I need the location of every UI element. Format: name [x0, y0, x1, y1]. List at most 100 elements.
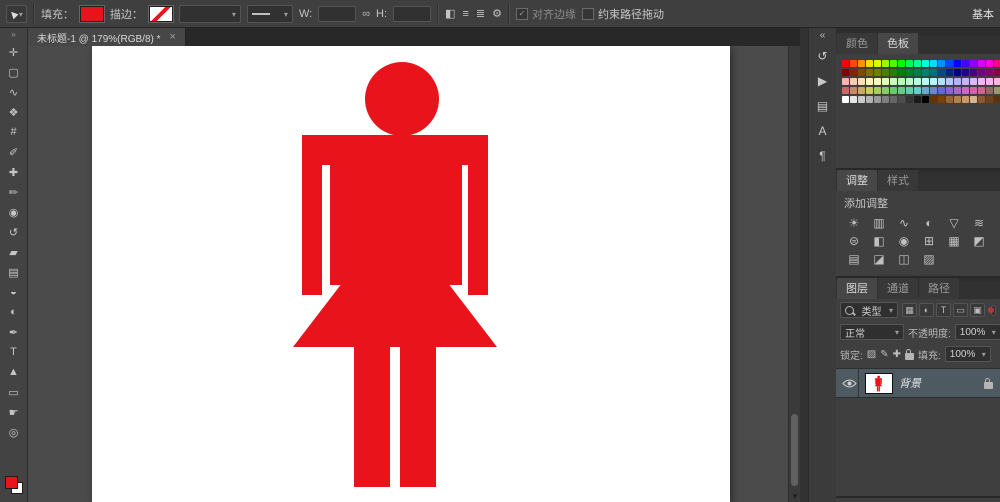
- filter-smart-objects-icon[interactable]: ▣: [970, 303, 985, 317]
- color-swatch[interactable]: [914, 69, 921, 76]
- stroke-type-select[interactable]: [247, 5, 293, 23]
- color-swatch[interactable]: [874, 96, 881, 103]
- color-swatch[interactable]: [970, 69, 977, 76]
- eraser-tool[interactable]: ▰: [0, 242, 27, 262]
- threshold-icon[interactable]: ◪: [871, 252, 887, 267]
- color-swatch[interactable]: [978, 60, 985, 67]
- color-swatch[interactable]: [978, 96, 985, 103]
- zoom-tool[interactable]: ◎: [0, 422, 27, 442]
- color-swatch[interactable]: [866, 96, 873, 103]
- color-swatch[interactable]: [842, 60, 849, 67]
- color-swatch[interactable]: [986, 78, 993, 85]
- posterize-icon[interactable]: ▤: [846, 252, 862, 267]
- color-swatch[interactable]: [930, 60, 937, 67]
- channel-mixer-icon[interactable]: ⊞: [921, 234, 937, 249]
- scroll-down-arrow[interactable]: [789, 490, 800, 502]
- photo-filter-icon[interactable]: ◉: [896, 234, 912, 249]
- color-swatch[interactable]: [930, 69, 937, 76]
- color-swatch[interactable]: [962, 60, 969, 67]
- color-swatch[interactable]: [906, 69, 913, 76]
- color-swatch[interactable]: [906, 60, 913, 67]
- color-swatch[interactable]: [858, 87, 865, 94]
- color-swatch[interactable]: [906, 87, 913, 94]
- color-swatch[interactable]: [946, 87, 953, 94]
- color-swatch[interactable]: [874, 87, 881, 94]
- color-swatch[interactable]: [858, 96, 865, 103]
- color-swatch[interactable]: [962, 96, 969, 103]
- scrollbar-thumb[interactable]: [791, 414, 798, 486]
- color-swatch[interactable]: [858, 69, 865, 76]
- color-swatch[interactable]: [866, 78, 873, 85]
- color-swatch[interactable]: [882, 87, 889, 94]
- color-swatch[interactable]: [906, 78, 913, 85]
- color-swatch[interactable]: [842, 87, 849, 94]
- tab-color[interactable]: 颜色: [837, 33, 877, 54]
- lasso-tool[interactable]: ∿: [0, 82, 27, 102]
- color-swatch[interactable]: [874, 69, 881, 76]
- color-swatch[interactable]: [954, 60, 961, 67]
- color-swatch[interactable]: [858, 78, 865, 85]
- color-swatch[interactable]: [850, 78, 857, 85]
- color-swatch[interactable]: [914, 78, 921, 85]
- color-swatch[interactable]: [914, 87, 921, 94]
- color-swatch[interactable]: [866, 60, 873, 67]
- color-swatch[interactable]: [970, 60, 977, 67]
- hue-saturation-icon[interactable]: ≋: [971, 216, 987, 231]
- color-swatch[interactable]: [882, 96, 889, 103]
- opacity-value-select[interactable]: 100%: [955, 324, 1000, 340]
- color-swatch[interactable]: [874, 60, 881, 67]
- toolbar-collapse-button[interactable]: [0, 28, 27, 42]
- lock-position-icon[interactable]: ✚: [893, 349, 901, 360]
- tool-preset-picker[interactable]: [6, 5, 27, 23]
- path-operations-button[interactable]: ◧: [445, 7, 455, 20]
- color-swatch[interactable]: [994, 60, 1000, 67]
- color-swatch[interactable]: [922, 60, 929, 67]
- exposure-icon[interactable]: ◐: [921, 216, 937, 231]
- character-panel-icon[interactable]: A: [809, 119, 836, 144]
- constrain-path-drag-checkbox[interactable]: 约束路径拖动: [582, 6, 664, 22]
- color-swatch[interactable]: [954, 69, 961, 76]
- brush-tool[interactable]: ✏: [0, 182, 27, 202]
- fill-color-swatch[interactable]: [80, 6, 104, 22]
- color-swatch[interactable]: [962, 78, 969, 85]
- color-swatch[interactable]: [962, 69, 969, 76]
- color-swatch[interactable]: [970, 87, 977, 94]
- clone-stamp-tool[interactable]: ◉: [0, 202, 27, 222]
- color-swatch[interactable]: [890, 69, 897, 76]
- move-tool[interactable]: ✛: [0, 42, 27, 62]
- document-canvas[interactable]: [92, 46, 730, 502]
- history-panel-icon[interactable]: ↺: [809, 44, 836, 69]
- color-swatch[interactable]: [938, 87, 945, 94]
- color-swatch[interactable]: [914, 60, 921, 67]
- width-input[interactable]: [318, 6, 356, 22]
- invert-icon[interactable]: ◩: [971, 234, 987, 249]
- color-swatch[interactable]: [994, 78, 1000, 85]
- color-swatch[interactable]: [938, 60, 945, 67]
- hand-tool[interactable]: ☛: [0, 402, 27, 422]
- color-swatch[interactable]: [882, 60, 889, 67]
- color-swatch[interactable]: [850, 87, 857, 94]
- height-input[interactable]: [393, 6, 431, 22]
- blur-tool[interactable]: ◒: [0, 282, 27, 302]
- selective-color-icon[interactable]: ◫: [896, 252, 912, 267]
- color-swatch[interactable]: [930, 87, 937, 94]
- color-swatch[interactable]: [922, 96, 929, 103]
- type-tool[interactable]: T: [0, 342, 27, 362]
- color-swatch[interactable]: [898, 69, 905, 76]
- tab-channels[interactable]: 通道: [878, 278, 918, 299]
- color-swatch[interactable]: [994, 96, 1000, 103]
- color-swatch[interactable]: [922, 69, 929, 76]
- color-swatch[interactable]: [898, 87, 905, 94]
- color-swatch[interactable]: [882, 69, 889, 76]
- levels-icon[interactable]: ▥: [871, 216, 887, 231]
- color-swatch[interactable]: [866, 69, 873, 76]
- filter-shape-layers-icon[interactable]: ▭: [953, 303, 968, 317]
- color-swatch[interactable]: [946, 69, 953, 76]
- color-swatch[interactable]: [954, 87, 961, 94]
- healing-brush-tool[interactable]: ✚: [0, 162, 27, 182]
- pen-tool[interactable]: ✒: [0, 322, 27, 342]
- layer-thumbnail[interactable]: [865, 373, 893, 394]
- path-arrangement-button[interactable]: ≣: [476, 7, 485, 20]
- expand-panels-button[interactable]: «: [809, 28, 836, 44]
- color-swatch[interactable]: [842, 69, 849, 76]
